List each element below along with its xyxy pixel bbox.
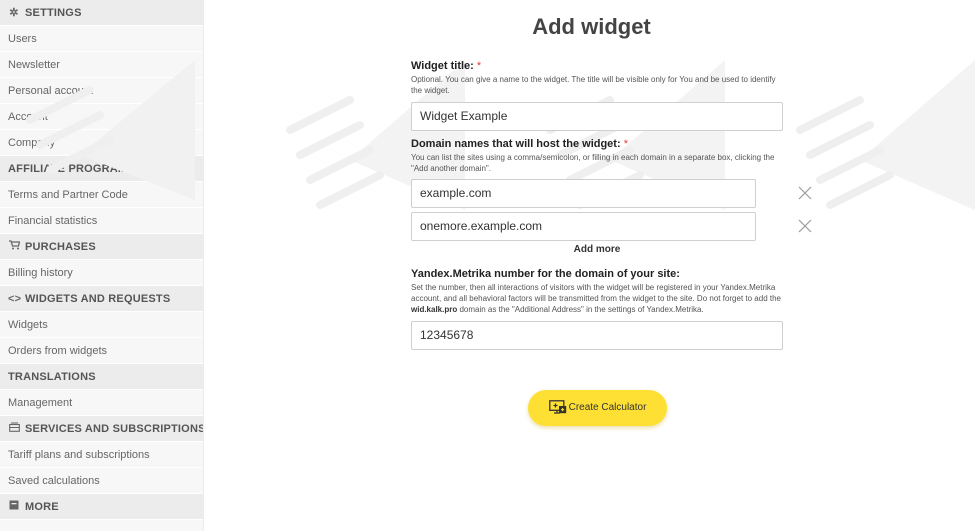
required-mark: * — [623, 138, 628, 150]
sidebar-item-management[interactable]: Management — [0, 390, 203, 416]
code-icon: <> — [8, 293, 22, 305]
sidebar-item-newsletter[interactable]: Newsletter — [0, 52, 203, 78]
sidebar-item-tariff-plans[interactable]: Tariff plans and subscriptions — [0, 442, 203, 468]
subscriptions-icon — [8, 416, 20, 442]
domain-row: example.com — [411, 179, 812, 208]
calculator-screen-icon — [548, 400, 566, 415]
domains-hint: You can list the sites using a comma/sem… — [411, 153, 775, 173]
gear-icon: ✲ — [9, 7, 19, 19]
domain-input[interactable]: example.com — [411, 179, 756, 208]
domain-input[interactable]: onemore.example.com — [411, 212, 756, 241]
sidebar-section-affiliate: AFFILIATE PROGRAM — [0, 156, 203, 182]
required-mark: * — [476, 60, 482, 72]
sidebar-item-terms[interactable]: Terms and Partner Code — [0, 182, 203, 208]
sidebar-item-financial-statistics[interactable]: Financial statistics — [0, 208, 203, 234]
sidebar-section-widgets: <> WIDGETS AND REQUESTS — [0, 286, 203, 312]
metrika-hint: Set the number, then all interactions of… — [411, 282, 783, 315]
sidebar: ✲ SETTINGS Users Newsletter Personal acco… — [0, 0, 204, 531]
remove-domain-close-icon[interactable] — [797, 218, 813, 234]
widget-title-label: Widget title: * — [411, 60, 783, 72]
sidebar-item-users[interactable]: Users — [0, 26, 203, 52]
sidebar-section-title: WIDGETS AND REQUESTS — [25, 293, 171, 305]
sidebar-section-translations: TRANSLATIONS — [0, 364, 203, 390]
sidebar-section-settings: ✲ SETTINGS — [0, 0, 203, 26]
sidebar-item-account[interactable]: Account — [0, 104, 203, 130]
sidebar-section-title: MORE — [25, 501, 59, 513]
page-title: Add widget — [532, 14, 651, 39]
sidebar-item-company[interactable]: Company — [0, 130, 203, 156]
add-widget-form: Widget title: * Optional. You can give a… — [411, 60, 812, 426]
sidebar-section-title: AFFILIATE PROGRAM — [8, 163, 128, 175]
cart-icon — [8, 234, 20, 260]
metrika-label: Yandex.Metrika number for the domain of … — [411, 268, 680, 280]
sidebar-item-saved-calculations[interactable]: Saved calculations — [0, 468, 203, 494]
sidebar-section-services: SERVICES AND SUBSCRIPTIONS — [0, 416, 203, 442]
sidebar-item-billing-history[interactable]: Billing history — [0, 260, 203, 286]
domain-row: onemore.example.com — [411, 212, 812, 241]
domains-label: Domain names that will host the widget: … — [411, 138, 783, 150]
main-content: Add widget Widget title: * Optional. You… — [203, 0, 980, 531]
create-calculator-label: Create Calculator — [568, 402, 647, 413]
sidebar-section-more[interactable]: MORE — [0, 494, 203, 520]
domains-label-text: Domain names that will host the widget: — [411, 138, 621, 150]
sidebar-item-widgets[interactable]: Widgets — [0, 312, 203, 338]
metrika-domain-text: wid.kalk.pro — [411, 305, 458, 314]
widget-title-hint: Optional. You can give a name to the wid… — [411, 75, 776, 95]
more-icon — [8, 494, 20, 520]
sidebar-section-title: SERVICES AND SUBSCRIPTIONS — [25, 423, 204, 435]
metrika-number-input[interactable]: 12345678 — [411, 321, 783, 350]
widget-title-label-text: Widget title: — [411, 60, 474, 72]
metrika-hint-text: Set the number, then all interactions of… — [411, 283, 781, 303]
sidebar-section-title: TRANSLATIONS — [8, 371, 96, 383]
create-calculator-button[interactable]: Create Calculator — [528, 390, 667, 426]
sidebar-item-orders-from-widgets[interactable]: Orders from widgets — [0, 338, 203, 364]
add-more-link[interactable]: Add more — [411, 244, 783, 255]
widget-title-input[interactable]: Widget Example — [411, 102, 783, 131]
sidebar-section-title: PURCHASES — [25, 241, 96, 253]
sidebar-section-title: SETTINGS — [25, 7, 82, 19]
remove-domain-close-icon[interactable] — [797, 185, 813, 201]
sidebar-item-personal-account[interactable]: Personal account — [0, 78, 203, 104]
metrika-hint-text: domain as the "Additional Address" in th… — [457, 305, 704, 314]
sidebar-section-purchases: PURCHASES — [0, 234, 203, 260]
